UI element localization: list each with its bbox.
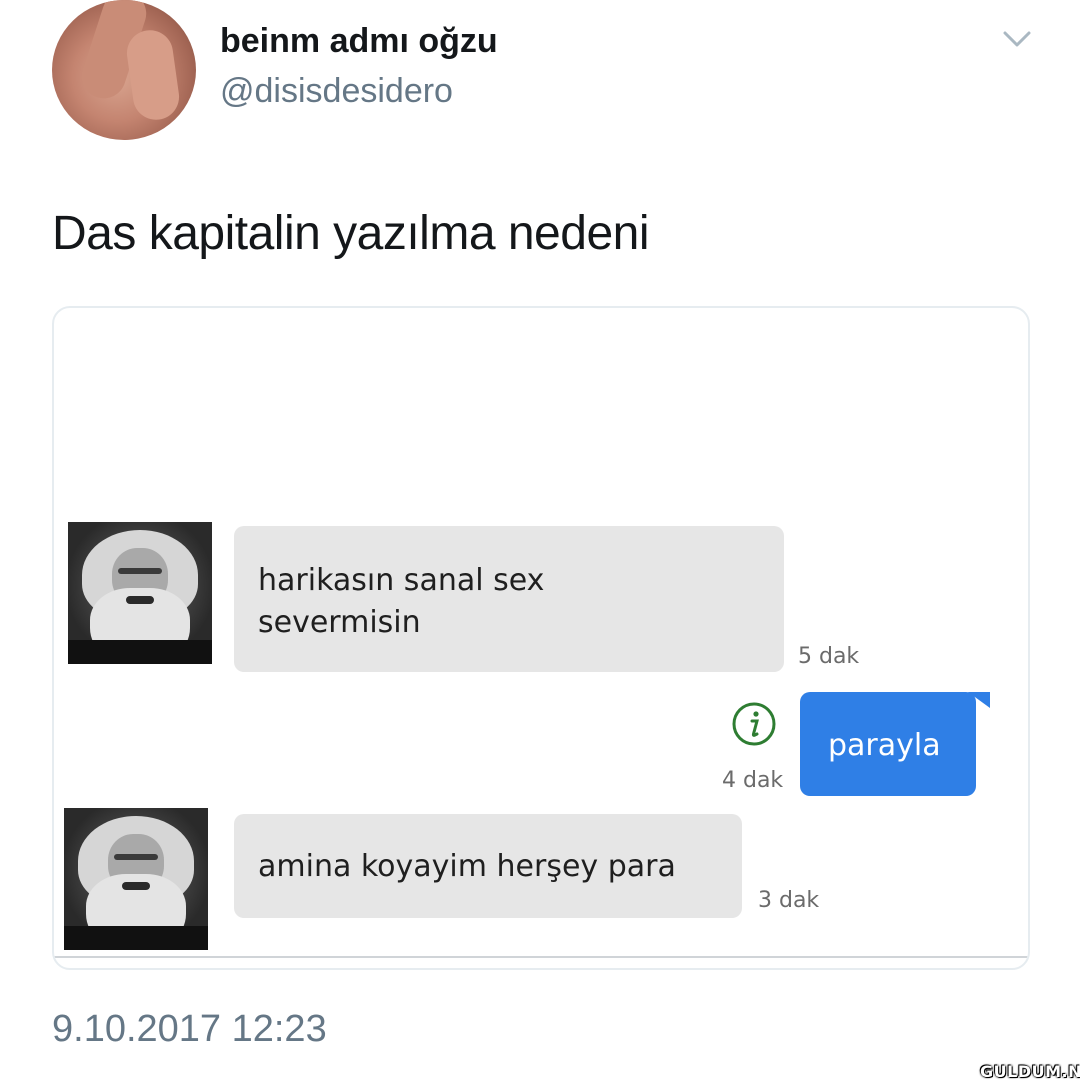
- message-time: 3 dak: [758, 888, 820, 913]
- watermark: GULDUM.NET: [980, 1062, 1080, 1081]
- message-line: parayla: [828, 728, 941, 763]
- tweet-media[interactable]: harikasın sanal sex severmisin 5 dak 4 d…: [52, 306, 1030, 970]
- sender-avatar: [64, 808, 208, 950]
- avatar-finger: [123, 27, 183, 123]
- tweet-timestamp[interactable]: 9.10.2017 12:23: [52, 1008, 327, 1051]
- message-line: amina koyayim herşey para: [258, 849, 676, 884]
- avatar-charm: [190, 0, 196, 44]
- divider: [54, 956, 1028, 958]
- info-icon[interactable]: [730, 700, 778, 748]
- message-time: 5 dak: [798, 644, 860, 669]
- message-time: 4 dak: [722, 768, 784, 793]
- profile-avatar[interactable]: [52, 0, 196, 140]
- sender-avatar: [68, 522, 212, 664]
- bubble-tail: [968, 692, 990, 708]
- message-bubble-outgoing: parayla: [800, 692, 976, 796]
- tweet-text: Das kapitalin yazılma nedeni: [52, 207, 650, 260]
- message-line: severmisin: [258, 605, 421, 640]
- message-bubble-incoming: harikasın sanal sex severmisin: [234, 526, 784, 672]
- user-handle[interactable]: @disisdesidero: [220, 72, 453, 111]
- chevron-down-icon[interactable]: [1002, 28, 1032, 50]
- message-bubble-incoming: amina koyayim herşey para: [234, 814, 742, 918]
- tweet-card: beinm admı oğzu @disisdesidero Das kapit…: [0, 0, 1080, 1083]
- display-name[interactable]: beinm admı oğzu: [220, 22, 498, 61]
- message-line: harikasın sanal sex: [258, 563, 545, 598]
